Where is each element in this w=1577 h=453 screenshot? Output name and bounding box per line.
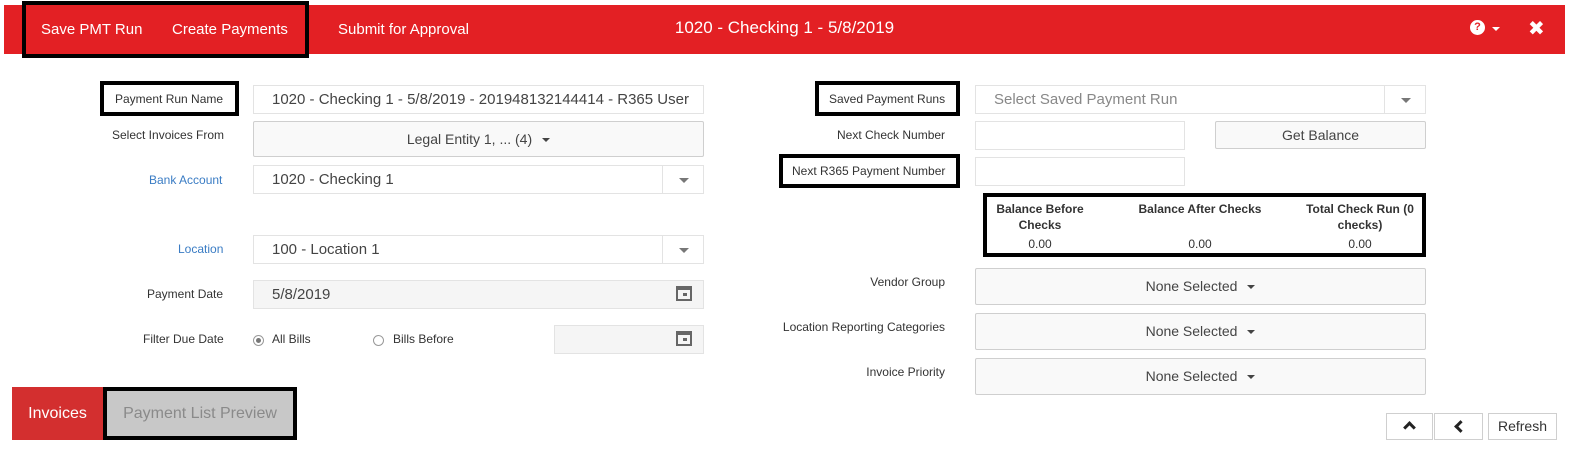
next-check-number-label: Next Check Number	[837, 128, 946, 142]
balance-after-value: 0.00	[1188, 237, 1212, 251]
invoice-priority-dropdown[interactable]: None Selected	[975, 358, 1426, 395]
all-bills-radio[interactable]	[253, 335, 264, 346]
location-select[interactable]: 100 - Location 1	[253, 235, 704, 264]
select-divider	[662, 166, 663, 193]
balance-before-header: Balance Before Checks	[996, 202, 1084, 232]
close-icon[interactable]: ✖	[1528, 16, 1545, 41]
select-invoices-value: Legal Entity 1, ... (4)	[406, 131, 533, 147]
chevron-down-icon[interactable]	[1492, 27, 1500, 31]
next-r365-payment-number-label: Next R365 Payment Number	[792, 164, 946, 178]
payment-date-label: Payment Date	[147, 287, 224, 301]
select-divider	[1384, 86, 1385, 113]
scroll-top-button[interactable]	[1386, 413, 1433, 440]
calendar-icon[interactable]	[676, 331, 692, 346]
highlight-frame-toolbar-buttons	[22, 1, 309, 58]
help-icon[interactable]: ?	[1470, 20, 1485, 35]
payment-run-name-input[interactable]: 1020 - Checking 1 - 5/8/2019 - 201948132…	[253, 85, 704, 114]
select-divider	[662, 236, 663, 263]
saved-payment-runs-select[interactable]: Select Saved Payment Run	[975, 85, 1426, 114]
chevron-down-icon	[1247, 375, 1256, 380]
chevron-left-icon	[1454, 420, 1467, 433]
saved-payment-runs-placeholder: Select Saved Payment Run	[994, 91, 1178, 108]
refresh-button[interactable]: Refresh	[1488, 413, 1557, 440]
payment-date-value: 5/8/2019	[272, 286, 331, 303]
vendor-group-value: None Selected	[1145, 278, 1238, 294]
chevron-up-icon	[1403, 421, 1416, 434]
bills-before-radio[interactable]	[373, 335, 384, 346]
chevron-down-icon[interactable]	[679, 178, 689, 183]
filter-due-date-label: Filter Due Date	[143, 332, 224, 346]
balance-after-header: Balance After Checks	[1138, 202, 1262, 216]
bank-account-value: 1020 - Checking 1	[272, 171, 394, 188]
tab-payment-list-preview[interactable]: Payment List Preview	[103, 387, 297, 440]
saved-payment-runs-label: Saved Payment Runs	[829, 92, 946, 106]
select-invoices-from-label: Select Invoices From	[112, 128, 225, 142]
next-check-number-input[interactable]	[975, 121, 1185, 150]
next-r365-payment-number-input[interactable]	[975, 157, 1185, 186]
chevron-down-icon[interactable]	[679, 248, 689, 253]
location-reporting-categories-label: Location Reporting Categories	[782, 320, 945, 334]
vendor-group-label: Vendor Group	[870, 275, 945, 289]
location-label[interactable]: Location	[178, 242, 223, 256]
all-bills-label: All Bills	[272, 332, 311, 346]
payment-date-input[interactable]: 5/8/2019	[253, 280, 704, 309]
payment-run-name-label: Payment Run Name	[115, 92, 224, 106]
chevron-down-icon[interactable]	[1401, 98, 1411, 103]
location-reporting-categories-dropdown[interactable]: None Selected	[975, 313, 1426, 350]
bank-account-label[interactable]: Bank Account	[149, 173, 222, 187]
back-button[interactable]	[1434, 413, 1483, 440]
location-value: 100 - Location 1	[272, 241, 380, 258]
balance-before-value: 0.00	[1028, 237, 1052, 251]
total-check-run-header: Total Check Run (0 checks)	[1306, 202, 1414, 232]
chevron-down-icon	[1247, 330, 1256, 335]
select-invoices-dropdown[interactable]: Legal Entity 1, ... (4)	[253, 121, 704, 157]
invoice-priority-value: None Selected	[1145, 368, 1238, 384]
calendar-icon[interactable]	[676, 286, 692, 301]
vendor-group-dropdown[interactable]: None Selected	[975, 268, 1426, 305]
submit-for-approval-button[interactable]: Submit for Approval	[338, 5, 469, 54]
bills-before-label: Bills Before	[393, 332, 454, 346]
tab-invoices[interactable]: Invoices	[12, 387, 103, 440]
chevron-down-icon	[1247, 285, 1256, 290]
get-balance-button[interactable]: Get Balance	[1215, 121, 1426, 149]
location-reporting-categories-value: None Selected	[1145, 323, 1238, 339]
bank-account-select[interactable]: 1020 - Checking 1	[253, 165, 704, 194]
total-check-run-value: 0.00	[1348, 237, 1372, 251]
invoice-priority-label: Invoice Priority	[866, 365, 945, 379]
chevron-down-icon	[542, 138, 551, 143]
